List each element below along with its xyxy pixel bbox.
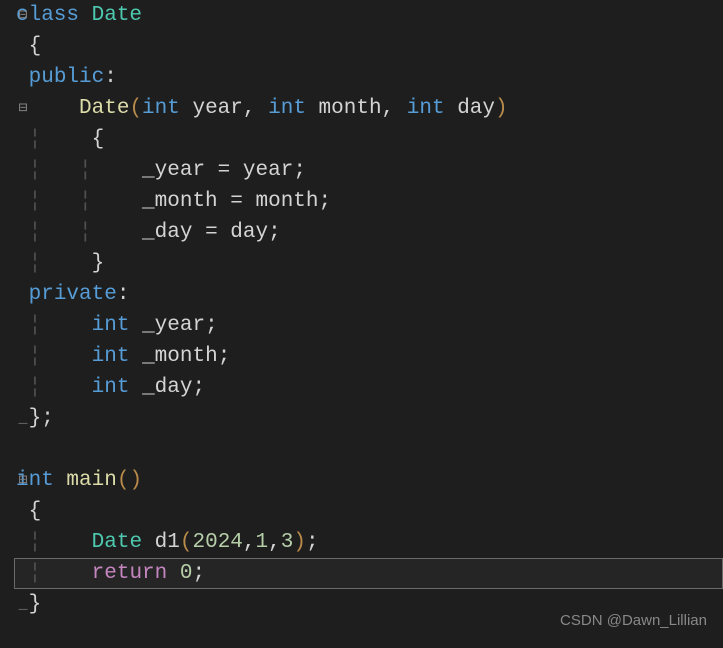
semi: ; [41,407,54,430]
member-year: _year [142,159,205,182]
eq: = [205,221,218,244]
semi: ; [319,190,332,213]
rparen: ) [293,531,306,554]
member-day: _day [142,221,192,244]
code-line[interactable]: ⊟class Date [16,0,723,31]
rparen: ) [495,97,508,120]
lparen: ( [129,97,142,120]
watermark: CSDN @Dawn_Lillian [560,605,707,636]
fold-icon[interactable]: ⊟ [16,465,30,496]
param-year: year [192,97,242,120]
field-month: _month [142,345,218,368]
underscore-icon: _ [16,403,30,434]
comma: , [243,531,256,554]
keyword-int: int [92,345,130,368]
field-year: _year [142,314,205,337]
comma: , [268,531,281,554]
keyword-int: int [92,314,130,337]
keyword-int: int [142,97,180,120]
code-line[interactable]: ¦ return 0; [16,558,723,589]
comma: , [243,97,256,120]
eq: = [218,159,231,182]
constructor-name: Date [79,97,129,120]
code-editor[interactable]: ⊟class Date { public: ⊟ Date(int year, i… [0,0,723,620]
semi: ; [218,345,231,368]
day-rhs: day [230,221,268,244]
code-line[interactable]: ¦ ¦ _year = year; [16,155,723,186]
semi: ; [192,562,205,585]
member-month: _month [142,190,218,213]
semi: ; [205,314,218,337]
class-name: Date [92,4,142,27]
semi: ; [306,531,319,554]
num-2024: 2024 [193,531,243,554]
main-name: main [66,469,116,492]
blank-line[interactable] [16,434,723,465]
semi: ; [293,159,306,182]
brace: } [41,252,104,275]
keyword-return: return [92,562,168,585]
code-line[interactable]: ¦ int _month; [16,341,723,372]
param-month: month [319,97,382,120]
type-date: Date [92,531,142,554]
code-line[interactable]: { [16,31,723,62]
eq: = [230,190,243,213]
fold-icon[interactable]: ⊟ [16,93,30,124]
param-day: day [457,97,495,120]
keyword-public: public [29,66,105,89]
code-line[interactable]: ¦ } [16,248,723,279]
num-3: 3 [281,531,294,554]
code-line[interactable]: ¦ { [16,124,723,155]
colon: : [117,283,130,306]
semi: ; [268,221,281,244]
keyword-int: int [268,97,306,120]
rparen: ) [129,469,142,492]
underscore-icon: _ [16,589,30,620]
code-line[interactable]: ¦ ¦ _month = month; [16,186,723,217]
lparen: ( [180,531,193,554]
brace: { [16,500,41,523]
code-line[interactable]: ¦ Date d1(2024,1,3); [16,527,723,558]
code-line[interactable]: { [16,496,723,527]
keyword-int: int [92,376,130,399]
comma: , [382,97,395,120]
code-line[interactable]: public: [16,62,723,93]
brace: { [41,128,104,151]
field-day: _day [142,376,192,399]
code-line[interactable]: ⊟int main() [16,465,723,496]
colon: : [104,66,117,89]
month-rhs: month [256,190,319,213]
code-line[interactable]: ¦ int _year; [16,310,723,341]
year-rhs: year [243,159,293,182]
code-line[interactable]: ¦ ¦ _day = day; [16,217,723,248]
brace: { [16,35,41,58]
code-line[interactable]: ⊟ Date(int year, int month, int day) [16,93,723,124]
num-zero: 0 [180,562,193,585]
var-d1: d1 [155,531,180,554]
semi: ; [192,376,205,399]
fold-icon[interactable]: ⊟ [16,0,30,31]
code-line[interactable]: _ }; [16,403,723,434]
keyword-int: int [407,97,445,120]
lparen: ( [117,469,130,492]
keyword-private: private [29,283,117,306]
num-1: 1 [256,531,269,554]
code-line[interactable]: ¦ int _day; [16,372,723,403]
code-line[interactable]: private: [16,279,723,310]
